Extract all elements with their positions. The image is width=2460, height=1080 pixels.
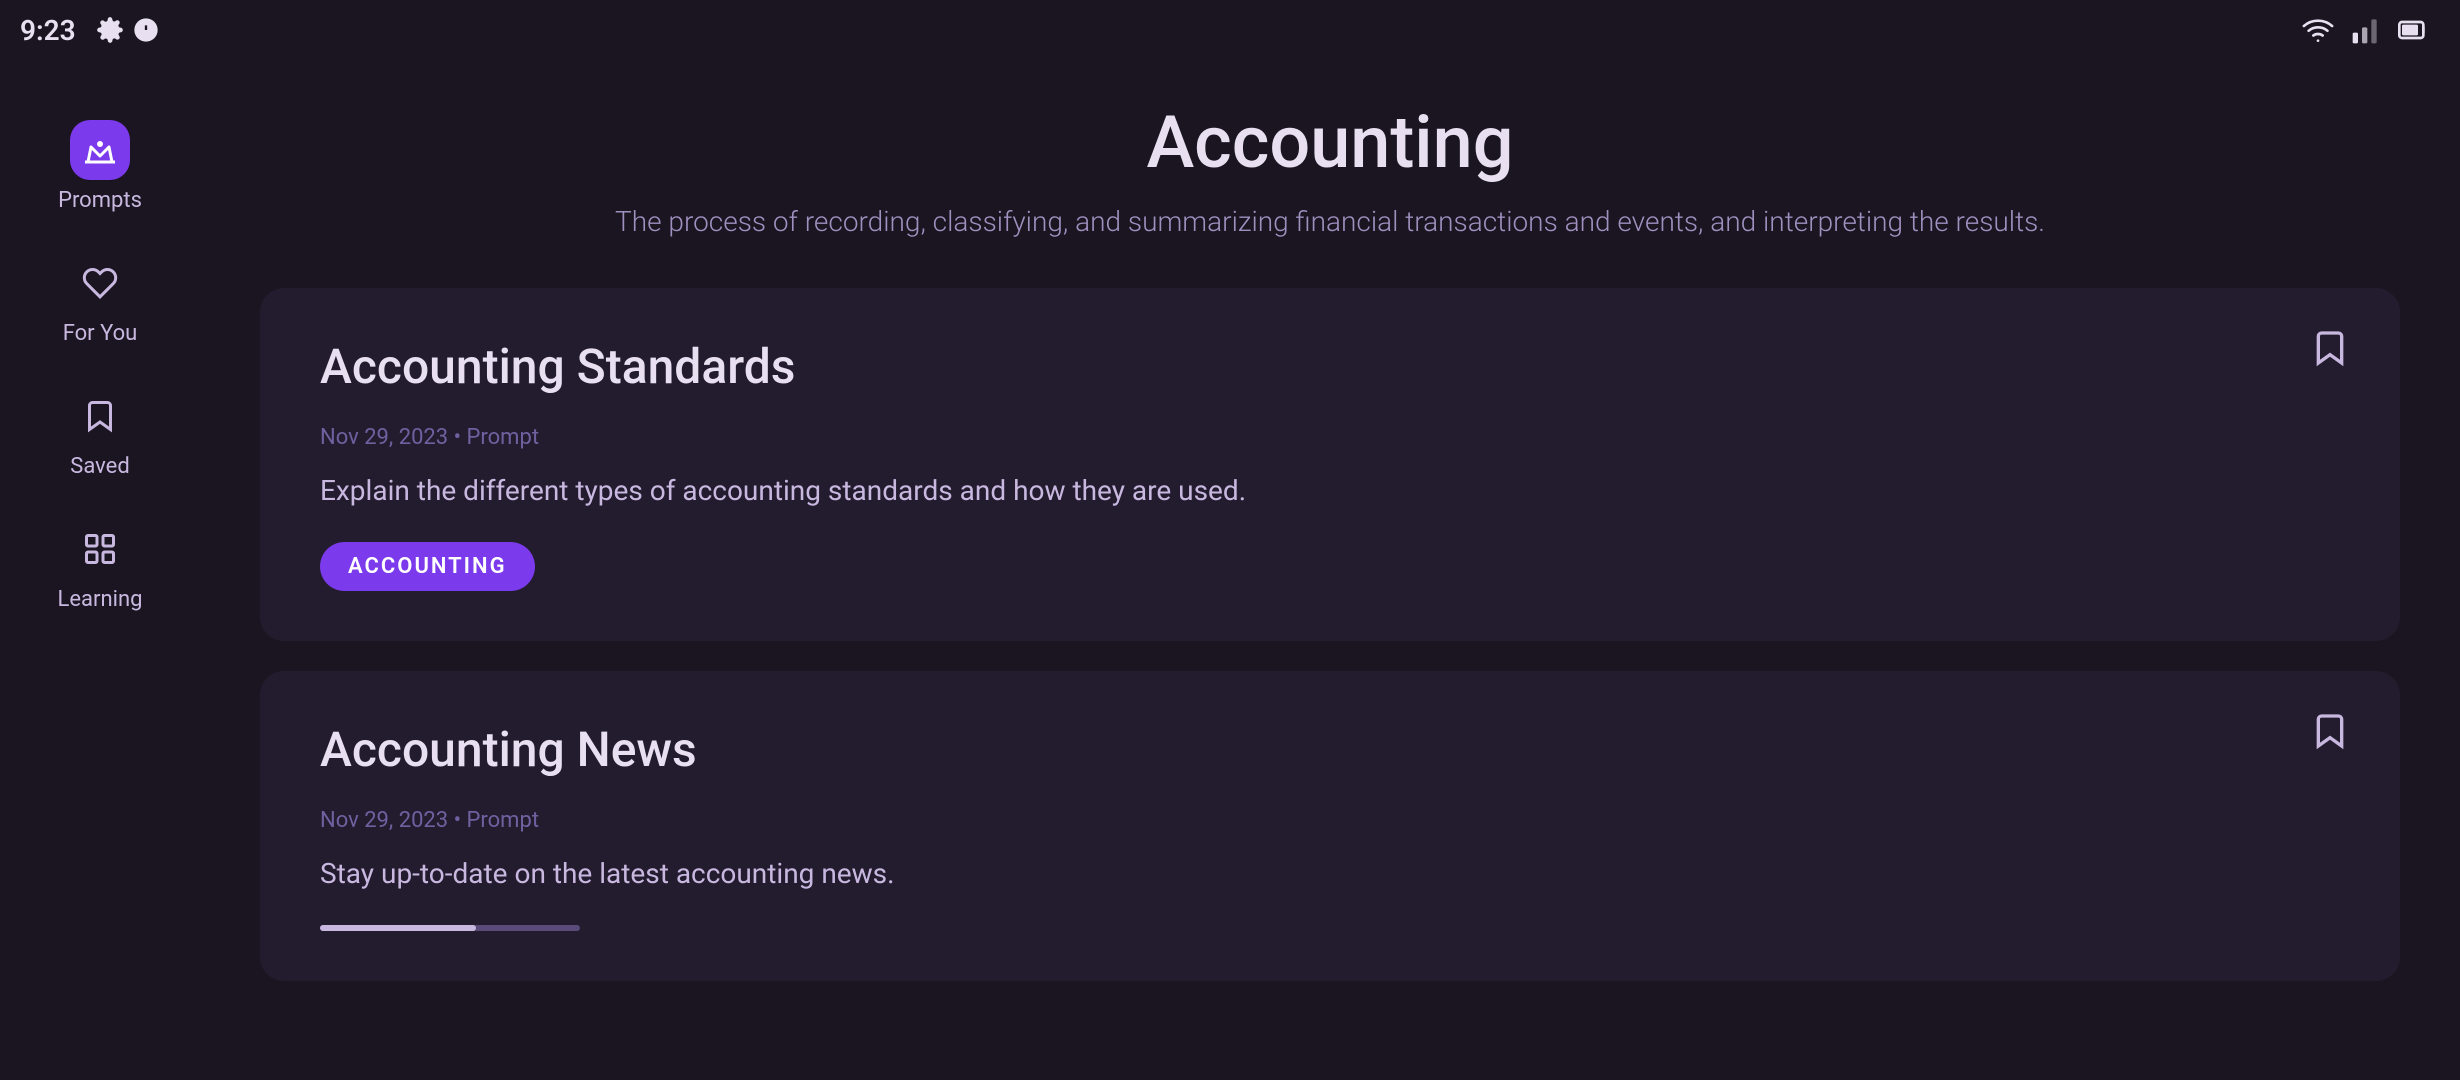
sidebar-prompts-label: Prompts: [58, 188, 142, 213]
sidebar-item-saved-icon: [70, 386, 130, 446]
main-content: Accounting The process of recording, cla…: [200, 60, 2460, 1080]
sidebar-item-saved[interactable]: Saved: [0, 366, 200, 499]
card-accounting-news-title: Accounting News: [320, 721, 2340, 778]
signal-icon: [2350, 14, 2382, 46]
grid-icon: [82, 531, 118, 567]
status-right-icons: [2302, 14, 2430, 46]
battery-icon: [2398, 14, 2430, 46]
sidebar-for-you-label: For You: [63, 321, 138, 346]
card-accounting-news: Accounting News Nov 29, 2023 • Prompt St…: [260, 671, 2400, 981]
status-bar: 9:23: [0, 0, 2460, 60]
sidebar-item-learning[interactable]: Learning: [0, 499, 200, 632]
settings-icon: [96, 16, 124, 44]
card-accounting-standards: Accounting Standards Nov 29, 2023 • Prom…: [260, 288, 2400, 641]
bookmark-outline-icon-2: [2310, 711, 2350, 751]
crown-icon: [82, 132, 118, 168]
status-icons: [96, 16, 160, 44]
sidebar-item-learning-icon: [70, 519, 130, 579]
bookmark-icon: [82, 398, 118, 434]
accounting-tag[interactable]: ACCOUNTING: [320, 542, 535, 591]
sidebar-item-prompts[interactable]: Prompts: [0, 100, 200, 233]
heart-icon: [82, 265, 118, 301]
progress-bar-fill: [320, 925, 476, 931]
card-accounting-news-meta: Nov 29, 2023 • Prompt: [320, 808, 2340, 833]
card-accounting-standards-title: Accounting Standards: [320, 338, 2340, 395]
sidebar-item-for-you-icon: [70, 253, 130, 313]
card-accounting-news-description: Stay up-to-date on the latest accounting…: [320, 853, 2340, 895]
sidebar-item-prompts-icon: [70, 120, 130, 180]
bookmark-outline-icon: [2310, 328, 2350, 368]
bookmark-accounting-news[interactable]: [2310, 711, 2350, 755]
sidebar-item-for-you[interactable]: For You: [0, 233, 200, 366]
sidebar-saved-label: Saved: [70, 454, 129, 479]
page-subtitle: The process of recording, classifying, a…: [260, 205, 2400, 238]
sidebar-learning-label: Learning: [58, 587, 143, 612]
card-accounting-standards-meta: Nov 29, 2023 • Prompt: [320, 425, 2340, 450]
wifi-icon: [2302, 14, 2334, 46]
page-title: Accounting: [260, 100, 2400, 185]
card-accounting-standards-description: Explain the different types of accountin…: [320, 470, 2340, 512]
progress-bar-container: [320, 925, 580, 931]
accessibility-icon: [132, 16, 160, 44]
sidebar: Prompts For You Saved Learning: [0, 60, 200, 1080]
status-time: 9:23: [20, 14, 76, 47]
bookmark-accounting-standards[interactable]: [2310, 328, 2350, 372]
